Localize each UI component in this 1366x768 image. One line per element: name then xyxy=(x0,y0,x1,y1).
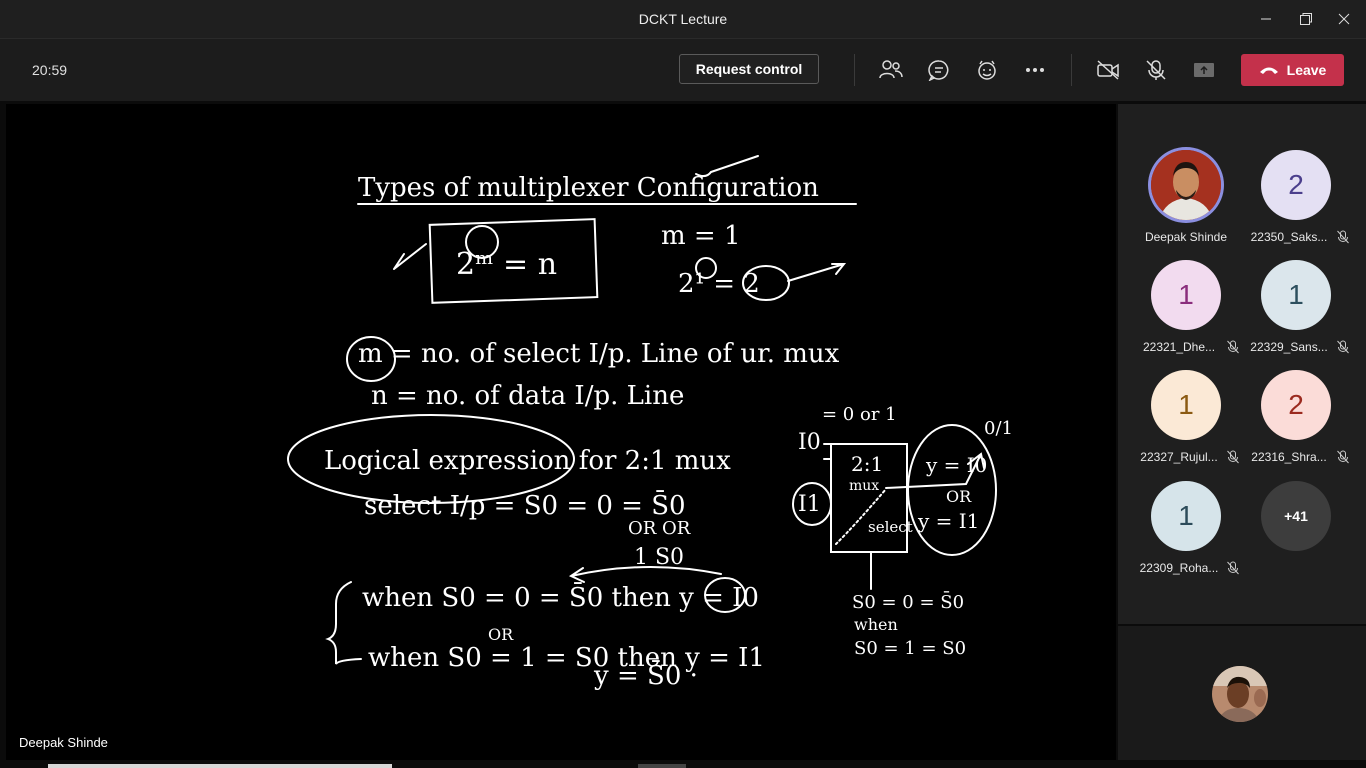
avatar: 1 xyxy=(1151,370,1221,440)
board-logical-title: Logical expression for 2:1 mux xyxy=(324,446,731,476)
presenter-photo-avatar xyxy=(1151,150,1221,220)
participant-tile[interactable]: 1 22327_Rujul... xyxy=(1131,366,1241,466)
avatar xyxy=(1151,150,1221,220)
maximize-button[interactable] xyxy=(1288,6,1324,32)
meeting-time: 20:59 xyxy=(32,62,68,78)
participant-tile[interactable]: Deepak Shinde xyxy=(1131,146,1241,246)
participant-name: 22350_Saks... xyxy=(1250,230,1328,244)
close-icon xyxy=(1338,13,1350,25)
chat-icon xyxy=(928,60,949,81)
participant-tile[interactable]: 2 22316_Shra... xyxy=(1241,366,1351,466)
mic-toggle-button[interactable] xyxy=(1141,55,1171,85)
leave-label: Leave xyxy=(1286,62,1327,78)
participant-tile[interactable]: 2 22350_Saks... xyxy=(1241,146,1351,246)
participant-tile[interactable]: 1 22321_Dhe... xyxy=(1131,256,1241,356)
board-or-row: OR OR xyxy=(628,518,691,539)
diagram-mux-label: 2:1 xyxy=(851,452,883,476)
board-when1: when S0 = 0 = S̄0 then y = I0 xyxy=(362,581,759,613)
mic-off-icon xyxy=(1146,60,1166,80)
diagram-y-i0: y = I0 xyxy=(925,453,987,477)
diagram-i0: I0 xyxy=(798,430,821,455)
shared-content-stage: Types of multiplexer Configuration 2ᵐ = … xyxy=(6,104,1116,760)
board-def-n: n = no. of data I/p. Line xyxy=(371,381,684,411)
close-window-button[interactable] xyxy=(1326,6,1362,32)
board-example-result: 2¹ = 2 xyxy=(678,269,760,299)
board-heading: Types of multiplexer Configuration xyxy=(358,173,819,203)
more-participants-tile[interactable]: +41 xyxy=(1241,477,1351,577)
participants-gallery: Deepak Shinde 2 22350_Saks... 1 22321_Dh… xyxy=(1118,104,1366,624)
participant-name: 22329_Sans... xyxy=(1250,340,1328,354)
participant-name: Deepak Shinde xyxy=(1144,230,1228,244)
mic-muted-icon xyxy=(1337,340,1349,354)
avatar: 1 xyxy=(1261,260,1331,330)
self-photo-avatar xyxy=(1212,666,1268,722)
people-icon xyxy=(879,60,903,79)
toolbar-divider xyxy=(1071,54,1072,86)
mic-muted-icon xyxy=(1227,561,1239,575)
raise-hand-icon xyxy=(978,60,996,80)
participant-tile[interactable]: 1 22329_Sans... xyxy=(1241,256,1351,356)
diagram-i0-val: = 0 or 1 xyxy=(822,404,897,425)
share-screen-button[interactable] xyxy=(1189,55,1219,85)
diagram-select: select xyxy=(868,518,913,536)
meeting-toolbar: 20:59 Request control Leave xyxy=(0,38,1366,101)
board-y-eq: y = S̄0 · xyxy=(593,659,698,691)
diagram-out-val: 0/1 xyxy=(984,418,1013,439)
restore-icon xyxy=(1300,13,1312,25)
board-example-m: m = 1 xyxy=(661,221,741,251)
toolbar-divider xyxy=(854,54,855,86)
mic-muted-icon xyxy=(1227,340,1239,354)
request-control-button[interactable]: Request control xyxy=(679,54,819,84)
presenter-name: Deepak Shinde xyxy=(19,735,108,750)
mic-muted-icon xyxy=(1227,450,1239,464)
reactions-button[interactable] xyxy=(972,55,1002,85)
diagram-or: OR xyxy=(946,487,972,506)
participant-name: 22316_Shra... xyxy=(1251,450,1327,464)
hang-up-icon xyxy=(1259,67,1278,74)
avatar: 2 xyxy=(1261,370,1331,440)
overflow-count: +41 xyxy=(1261,481,1331,551)
diagram-mux-sub: mux xyxy=(849,478,879,494)
taskbar-indicator xyxy=(48,764,392,768)
mic-muted-icon xyxy=(1337,230,1349,244)
taskbar-indicator xyxy=(638,764,686,768)
diagram-y-i1: y = I1 xyxy=(917,509,979,533)
share-tray-icon xyxy=(1194,63,1214,77)
participant-name: 22309_Roha... xyxy=(1139,561,1219,575)
board-def-m: m = no. of select I/p. Line of ur. mux xyxy=(358,339,840,369)
self-view-avatar[interactable] xyxy=(1212,666,1268,722)
participant-tile[interactable]: 1 22309_Roha... xyxy=(1131,477,1241,577)
minimize-button[interactable] xyxy=(1248,6,1284,32)
diagram-cond1: S0 = 0 = S̄0 xyxy=(852,590,964,613)
whiteboard: Types of multiplexer Configuration 2ᵐ = … xyxy=(287,155,1013,691)
leave-button[interactable]: Leave xyxy=(1241,54,1344,86)
window-title: DCKT Lecture xyxy=(638,11,728,27)
diagram-when: when xyxy=(854,615,898,634)
participant-name: 22321_Dhe... xyxy=(1142,340,1216,354)
camera-toggle-button[interactable] xyxy=(1093,55,1123,85)
more-actions-button[interactable] xyxy=(1020,55,1050,85)
board-select-eq2: 1 S0 xyxy=(634,545,684,570)
diagram-i1: I1 xyxy=(798,492,821,517)
avatar: 2 xyxy=(1261,150,1331,220)
minimize-icon xyxy=(1261,18,1271,20)
title-bar: DCKT Lecture xyxy=(0,0,1366,38)
chat-button[interactable] xyxy=(924,55,954,85)
board-when2: when S0 = 1 = S0 then y = I1 xyxy=(368,643,765,673)
participant-name: 22327_Rujul... xyxy=(1140,450,1218,464)
board-when2-or: OR xyxy=(488,625,514,644)
camera-off-icon xyxy=(1097,60,1119,80)
avatar: 1 xyxy=(1151,260,1221,330)
board-formula: 2ᵐ = n xyxy=(456,247,557,282)
mic-muted-icon xyxy=(1337,450,1349,464)
diagram-cond2: S0 = 1 = S0 xyxy=(854,638,966,659)
avatar: 1 xyxy=(1151,481,1221,551)
board-select-eq: select I/p = S0 = 0 = S̄0 xyxy=(364,489,686,521)
participants-button[interactable] xyxy=(876,55,906,85)
more-icon xyxy=(1026,68,1044,72)
